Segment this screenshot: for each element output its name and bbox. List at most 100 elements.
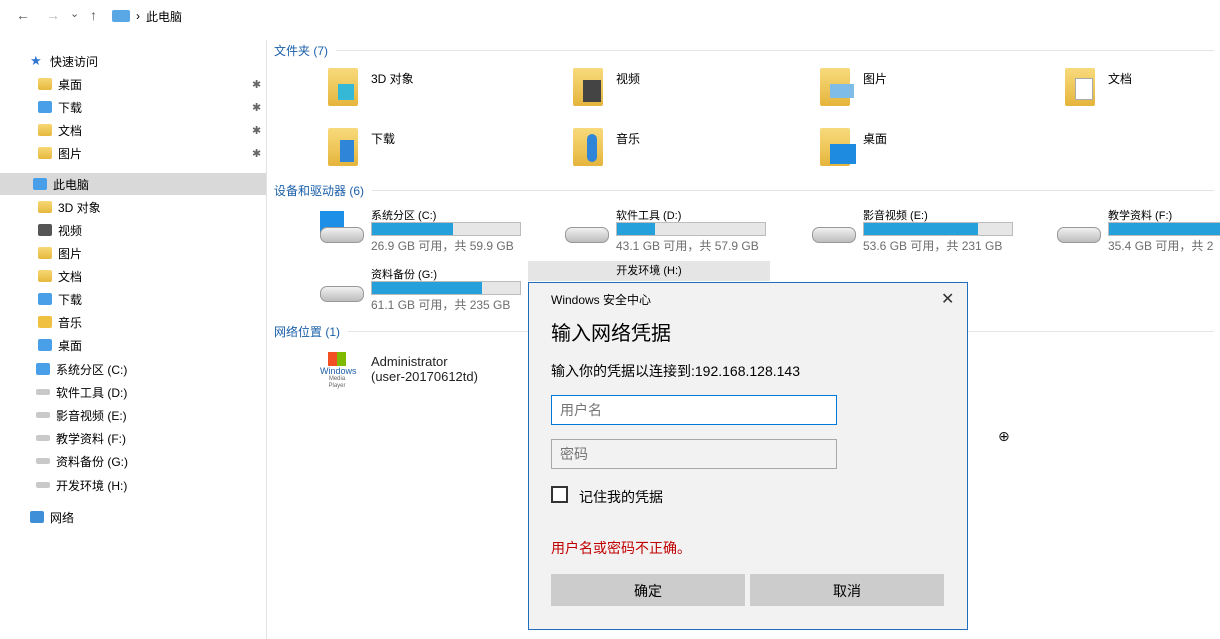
password-input[interactable] [551, 439, 837, 469]
drive-tile-h[interactable]: 开发环境 (H:) [528, 261, 770, 281]
folder-tile-music[interactable]: 音乐 [515, 128, 755, 180]
sidebar-item-drive-d[interactable]: 软件工具 (D:) [36, 381, 266, 403]
folder-name: 下载 [371, 132, 396, 146]
pin-icon[interactable]: ✱ [252, 78, 261, 91]
up-arrow-icon[interactable]: ↑ [90, 7, 97, 23]
drive-usage-bar [371, 281, 521, 295]
sidebar-item-downloads[interactable]: 下载 ✱ [38, 96, 266, 118]
cancel-button[interactable]: 取消 [750, 574, 944, 606]
drive-tile-f[interactable]: 教学资料 (F:) 35.4 GB 可用，共 2 [1007, 207, 1220, 257]
breadcrumb-location[interactable]: 此电脑 [146, 8, 182, 25]
sidebar-item-label: 此电脑 [53, 177, 90, 192]
folder-tile-desktop[interactable]: 桌面 [762, 128, 1002, 180]
drive-usage-bar [616, 222, 766, 236]
sidebar-item-drive-e[interactable]: 影音视频 (E:) [36, 404, 266, 426]
sidebar-item-drive-c[interactable]: 系统分区 (C:) [36, 358, 266, 380]
download-folder-icon [38, 293, 52, 305]
documents-folder-icon [38, 270, 52, 282]
this-pc-icon [112, 10, 130, 22]
system-drive-icon [36, 363, 50, 375]
drive-space-info: 26.9 GB 可用，共 59.9 GB [371, 239, 514, 253]
sidebar-item-label: 软件工具 (D:) [56, 385, 128, 400]
folder-name: 图片 [863, 72, 888, 86]
group-header-drives[interactable]: 设备和驱动器 (6) [274, 182, 1214, 199]
downloads-folder-icon [328, 128, 358, 166]
group-header-folders[interactable]: 文件夹 (7) [274, 42, 1214, 59]
sidebar-item-label: 资料备份 (G:) [56, 454, 128, 469]
logo-text: Windows [320, 366, 357, 376]
sidebar-item-pictures-pc[interactable]: 图片 [38, 242, 266, 264]
drive-icon [565, 227, 609, 243]
remember-label[interactable]: 记住我的凭据 [579, 487, 663, 507]
music-folder-icon [38, 316, 52, 328]
breadcrumb[interactable]: › 此电脑 [112, 6, 182, 26]
drive-name: 软件工具 (D:) [616, 210, 682, 222]
sidebar-item-drive-g[interactable]: 资料备份 (G:) [36, 450, 266, 472]
group-header-label: 网络位置 (1) [274, 325, 341, 339]
sidebar-item-network[interactable]: 网络 [30, 506, 266, 528]
folder-name: 桌面 [863, 132, 888, 146]
pin-icon[interactable]: ✱ [252, 147, 261, 160]
folder-tile-3d-objects[interactable]: 3D 对象 [270, 68, 510, 120]
back-arrow-icon[interactable]: ← [16, 7, 30, 23]
network-location-line1: Administrator [371, 354, 448, 369]
folder-name: 视频 [616, 72, 641, 86]
drive-icon [36, 482, 50, 488]
sidebar-item-videos[interactable]: 视频 [38, 219, 266, 241]
folder-tile-documents[interactable]: 文档 [1007, 68, 1220, 120]
sidebar-item-label: 影音视频 (E:) [56, 408, 127, 423]
sidebar-item-documents[interactable]: 文档 ✱ [38, 119, 266, 141]
documents-folder-icon [1065, 68, 1095, 106]
sidebar-item-label: 开发环境 (H:) [56, 478, 128, 493]
sidebar-item-label: 桌面 [58, 338, 83, 353]
sidebar-item-this-pc[interactable]: 此电脑 [0, 173, 266, 195]
folder-icon [38, 78, 52, 90]
folder-tile-pictures[interactable]: 图片 [762, 68, 1002, 120]
drive-icon [36, 458, 50, 464]
pin-icon[interactable]: ✱ [252, 101, 261, 114]
sidebar-item-documents-pc[interactable]: 文档 [38, 265, 266, 287]
video-folder-icon [38, 224, 52, 236]
star-icon: ★ [30, 53, 42, 68]
drive-tile-e[interactable]: 影音视频 (E:) 53.6 GB 可用，共 231 GB [762, 207, 1013, 257]
sidebar-item-desktop[interactable]: 桌面 ✱ [38, 73, 266, 95]
desktop-folder-icon [38, 339, 52, 351]
sidebar-item-downloads-pc[interactable]: 下载 [38, 288, 266, 310]
drive-tile-d[interactable]: 软件工具 (D:) 43.1 GB 可用，共 57.9 GB [515, 207, 766, 257]
3d-objects-folder-icon [328, 68, 358, 106]
sidebar-item-drive-f[interactable]: 教学资料 (F:) [36, 427, 266, 449]
drive-tile-c[interactable]: 系统分区 (C:) 26.9 GB 可用，共 59.9 GB [270, 207, 521, 257]
username-input[interactable] [551, 395, 837, 425]
close-icon[interactable]: ✕ [941, 289, 954, 309]
sidebar-item-label: 快速访问 [50, 54, 99, 69]
drive-name: 系统分区 (C:) [371, 210, 437, 222]
recent-locations-icon[interactable]: ⌄ [70, 7, 79, 20]
sidebar-item-drive-h[interactable]: 开发环境 (H:) [36, 474, 266, 496]
this-pc-icon [33, 178, 47, 190]
pictures-folder-icon [38, 247, 52, 259]
drive-space-info: 53.6 GB 可用，共 231 GB [863, 239, 1003, 253]
drive-name: 教学资料 (F:) [1108, 210, 1173, 222]
sidebar-item-3d-objects[interactable]: 3D 对象 [38, 196, 266, 218]
sidebar-item-music[interactable]: 音乐 [38, 311, 266, 333]
sidebar-item-desktop-pc[interactable]: 桌面 [38, 334, 266, 356]
ok-button[interactable]: 确定 [551, 574, 745, 606]
forward-arrow-icon[interactable]: → [46, 7, 60, 23]
remember-checkbox[interactable] [551, 486, 568, 503]
sidebar-item-quick-access[interactable]: ★ 快速访问 [30, 50, 266, 72]
sidebar-item-pictures[interactable]: 图片 ✱ [38, 142, 266, 164]
folder-tile-downloads[interactable]: 下载 [270, 128, 510, 180]
drive-tile-g[interactable]: 资料备份 (G:) 61.1 GB 可用，共 235 GB [270, 266, 521, 316]
folder-tile-videos[interactable]: 视频 [515, 68, 755, 120]
drive-icon [1057, 227, 1101, 243]
pictures-folder-icon [38, 147, 52, 159]
navigation-bar: ← → ⌄ ↑ › 此电脑 [0, 0, 1220, 32]
pin-icon[interactable]: ✱ [252, 124, 261, 137]
drive-icon [36, 389, 50, 395]
sidebar-item-label: 图片 [58, 246, 83, 261]
drive-name: 影音视频 (E:) [863, 210, 928, 222]
drive-space-info: 61.1 GB 可用，共 235 GB [371, 298, 511, 312]
videos-folder-icon [573, 68, 603, 106]
sidebar-item-label: 桌面 [58, 77, 83, 92]
drive-icon [320, 286, 364, 302]
